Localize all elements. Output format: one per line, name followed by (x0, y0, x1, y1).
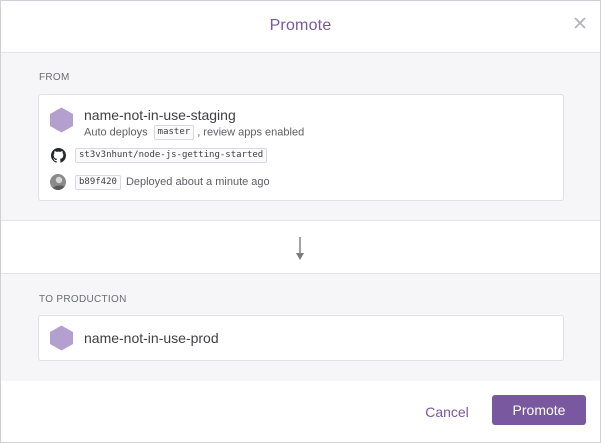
from-label: FROM (39, 72, 70, 83)
deployed-text: Deployed about a minute ago (125, 176, 270, 188)
from-section: FROM name-not-in-use-staging Auto deploy… (1, 53, 600, 221)
branch-badge: master (153, 125, 195, 140)
cancel-button[interactable]: Cancel (415, 397, 479, 427)
to-section: TO PRODUCTION name-not-in-use-prod (1, 273, 600, 382)
target-app-card: name-not-in-use-prod (38, 315, 564, 361)
source-app-card: name-not-in-use-staging Auto deploys mas… (38, 94, 564, 201)
close-icon-glyph (574, 17, 586, 29)
promote-dialog: Promote FROM name-not-in-use-staging Aut… (0, 0, 601, 443)
promote-button[interactable]: Promote (492, 395, 586, 425)
repo-link[interactable]: st3v3nhunt/node-js-getting-started (75, 147, 268, 163)
dialog-header: Promote (1, 1, 600, 53)
promotion-arrow-area (1, 221, 600, 273)
target-app-name[interactable]: name-not-in-use-prod (84, 330, 219, 346)
github-icon (50, 147, 66, 163)
source-app-name[interactable]: name-not-in-use-staging (84, 107, 236, 123)
avatar (50, 174, 66, 190)
auto-deploys-line: Auto deploys master, review apps enabled (84, 125, 304, 140)
commit-badge[interactable]: b89f420 (75, 174, 121, 190)
repo-row: st3v3nhunt/node-js-getting-started (50, 146, 268, 164)
auto-deploys-prefix: Auto deploys (84, 126, 148, 139)
app-hexagon-icon (49, 107, 74, 133)
release-row: b89f420 Deployed about a minute ago (50, 173, 270, 191)
close-icon[interactable] (573, 16, 587, 30)
to-label: TO PRODUCTION (39, 294, 127, 305)
app-hexagon-icon (49, 325, 74, 351)
arrow-down-icon (296, 237, 304, 260)
auto-deploys-suffix: , review apps enabled (197, 126, 305, 139)
dialog-title: Promote (269, 17, 332, 34)
dialog-footer: Cancel Promote (1, 381, 600, 442)
